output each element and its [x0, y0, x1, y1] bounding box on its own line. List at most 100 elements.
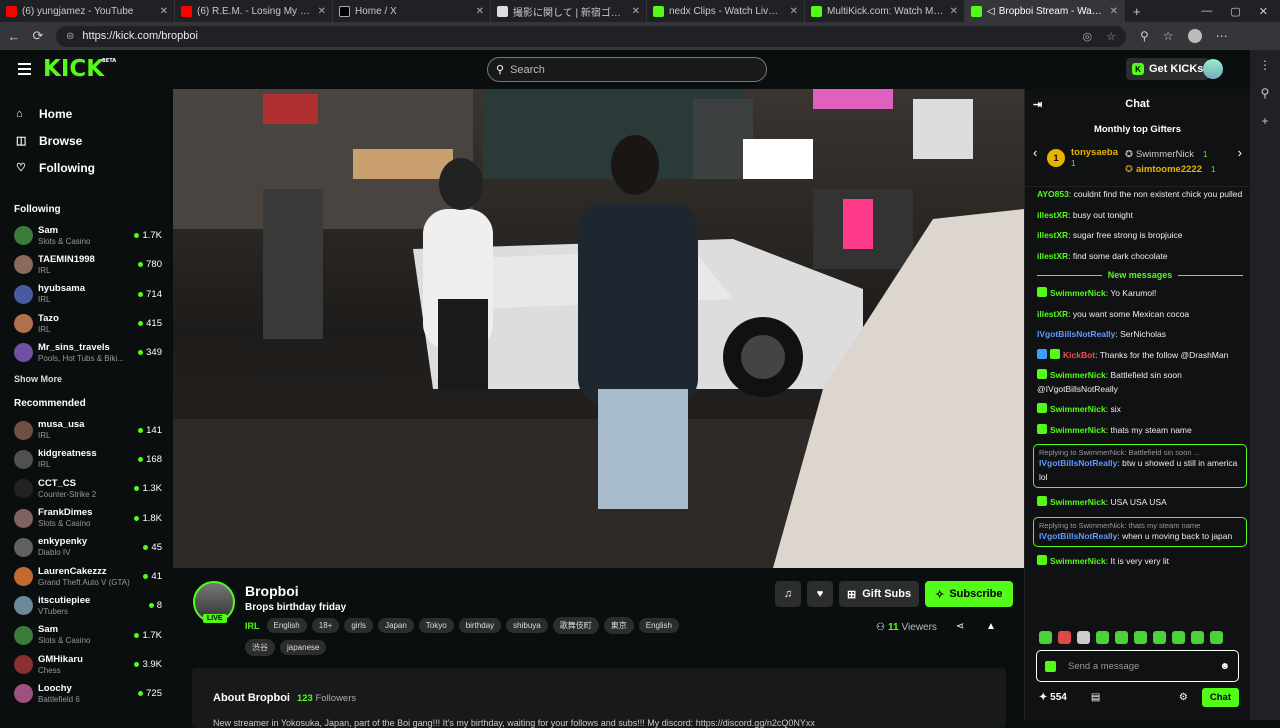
close-window-icon[interactable]: ✕ [1259, 5, 1268, 18]
sidebar-channel[interactable]: enkypenky Diablo IV 45 [0, 533, 172, 562]
heart-follow-button[interactable]: ♥ [807, 581, 833, 607]
tag-pill[interactable]: japanese [280, 640, 327, 655]
emote-icon[interactable] [1039, 631, 1052, 644]
tag-pill[interactable]: shibuya [506, 618, 548, 633]
browser-tab[interactable]: Home / X ✕ [333, 0, 491, 22]
channel-avatar [14, 567, 33, 587]
browser-tab[interactable]: nedx Clips - Watch Live on Kick✕ [647, 0, 805, 22]
search-icon[interactable]: ⚲ [1261, 86, 1270, 100]
minimize-icon[interactable]: — [1201, 5, 1212, 18]
tag-pill[interactable]: 渋谷 [245, 639, 275, 656]
menu-dots-icon[interactable]: ⋯ [1216, 29, 1228, 43]
emote-icon[interactable] [1172, 631, 1185, 644]
category-link[interactable]: IRL [245, 621, 260, 631]
browser-tab-active[interactable]: ◁Bropboi Stream - Watch Live✕ [965, 0, 1125, 22]
extensions-icon[interactable]: ⚲ [1140, 29, 1149, 43]
add-icon[interactable]: + [1261, 114, 1268, 128]
close-tab-icon[interactable]: ✕ [950, 6, 958, 17]
emote-icon[interactable] [1210, 631, 1223, 644]
sidebar-channel[interactable]: Tazo IRL 415 [0, 309, 172, 338]
sidebar-channel[interactable]: LaurenCakezzz Grand Theft Auto V (GTA) 41 [0, 562, 172, 591]
sidebar-channel[interactable]: musa_usa IRL 141 [0, 415, 172, 444]
sidebar-channel[interactable]: Sam Slots & Casino 1.7K [0, 621, 172, 650]
close-tab-icon[interactable]: ✕ [632, 6, 640, 17]
hamburger-menu-icon[interactable] [18, 63, 31, 75]
tag-pill[interactable]: Japan [378, 618, 414, 633]
bookmark-star-icon[interactable]: ☆ [1106, 30, 1116, 43]
browser-tab[interactable]: 撮影に関して | 新宿ゴールデン街商店✕ [491, 0, 647, 22]
bell-icon[interactable]: ♫ [775, 581, 801, 607]
emote-badge-icon[interactable] [1045, 660, 1056, 672]
chat-message: illestXR: find some dark chocolate [1037, 250, 1168, 261]
site-info-icon[interactable]: ⊜ [66, 31, 74, 42]
menu-dots-icon[interactable]: ⋮ [1259, 58, 1271, 72]
get-kicks-button[interactable]: K Get KICKs [1126, 58, 1210, 80]
sidebar-channel[interactable]: kidgreatness IRL 168 [0, 445, 172, 474]
channel-points[interactable]: ✦ 554 [1039, 692, 1067, 703]
show-more-link[interactable]: Show More [0, 367, 172, 390]
kick-logo[interactable]: KICK BETA [43, 56, 116, 82]
emote-icon[interactable] [1077, 631, 1090, 644]
tag-pill[interactable]: 歌舞伎町 [552, 617, 599, 634]
video-player[interactable] [173, 89, 1024, 568]
tag-pill[interactable]: Tokyo [418, 618, 454, 633]
back-icon[interactable]: ← [2, 29, 26, 44]
emoji-picker-icon[interactable]: ☻ [1219, 661, 1230, 672]
tag-pill[interactable]: 東京 [603, 617, 634, 634]
sidebar-channel[interactable]: TAEMIN1998 IRL 780 [0, 250, 172, 279]
report-icon[interactable]: ▲ [986, 621, 996, 632]
emote-icon[interactable] [1191, 631, 1204, 644]
sidebar-channel[interactable]: itscutiepiee VTubers 8 [0, 591, 172, 620]
new-tab-icon[interactable]: + [1133, 4, 1141, 19]
chevron-right-icon[interactable]: › [1238, 145, 1242, 160]
subscribe-button[interactable]: ✧ Subscribe [925, 581, 1013, 607]
tag-pill[interactable]: girls [344, 618, 373, 633]
speaker-icon[interactable]: ◁ [987, 6, 995, 17]
cast-icon[interactable]: ◎ [1083, 30, 1093, 43]
send-chat-button[interactable]: Chat [1201, 687, 1239, 707]
favorites-icon[interactable]: ☆ [1163, 29, 1174, 43]
calendar-icon[interactable]: ▤ [1091, 692, 1100, 703]
channel-name[interactable]: Bropboi [245, 583, 299, 599]
tag-pill[interactable]: English [266, 618, 307, 633]
tag-pill[interactable]: English [638, 618, 679, 633]
browser-tab[interactable]: MultiKick.com: Watch Multiple St✕ [805, 0, 965, 22]
close-tab-icon[interactable]: ✕ [318, 6, 326, 17]
reload-icon[interactable]: ⟳ [26, 28, 50, 44]
collapse-chat-icon[interactable]: ⇥ [1033, 98, 1042, 111]
following-list: Sam Slots & Casino 1.7K TAEMIN1998 IRL 780 hyu… [0, 221, 172, 367]
sidebar-channel[interactable]: GMHikaru Chess 3.9K [0, 650, 172, 679]
emote-icon[interactable] [1058, 631, 1071, 644]
user-avatar[interactable] [1203, 59, 1223, 79]
maximize-icon[interactable]: ▢ [1230, 5, 1240, 18]
sidebar-channel[interactable]: CCT_CS Counter-Strike 2 1.3K [0, 474, 172, 503]
profile-icon[interactable] [1187, 29, 1202, 43]
chat-input[interactable]: Send a message ☻ [1036, 650, 1239, 682]
sidebar-channel[interactable]: FrankDimes Slots & Casino 1.8K [0, 503, 172, 532]
browser-tab[interactable]: (6) yungjamez - YouTube ✕ [0, 0, 175, 22]
close-tab-icon[interactable]: ✕ [160, 6, 168, 17]
gear-icon[interactable]: ⚙ [1179, 692, 1188, 703]
sidebar-item-browse[interactable]: ◫ Browse [16, 127, 172, 154]
sidebar-channel[interactable]: Sam Slots & Casino 1.7K [0, 221, 172, 250]
tag-pill[interactable]: birthday [458, 618, 502, 633]
sidebar-item-home[interactable]: ⌂ Home [16, 100, 172, 127]
sidebar-item-following[interactable]: ♡ Following [16, 154, 172, 181]
sidebar-channel[interactable]: Loochy Battlefield 6 725 [0, 679, 172, 708]
close-tab-icon[interactable]: ✕ [1110, 6, 1118, 17]
emote-icon[interactable] [1115, 631, 1128, 644]
close-tab-icon[interactable]: ✕ [476, 6, 484, 17]
tag-pill[interactable]: 18+ [311, 618, 340, 633]
emote-icon[interactable] [1153, 631, 1166, 644]
gift-subs-button[interactable]: ⊞ Gift Subs [839, 581, 920, 607]
sidebar-channel[interactable]: Mr_sins_travels Pools, Hot Tubs & Biki...… [0, 338, 172, 367]
chevron-left-icon[interactable]: ‹ [1033, 145, 1037, 160]
close-tab-icon[interactable]: ✕ [790, 6, 798, 17]
emote-icon[interactable] [1134, 631, 1147, 644]
browser-tab[interactable]: (6) R.E.M. - Losing My Religion (O✕ [175, 0, 333, 22]
url-field[interactable]: ⊜ https://kick.com/bropboi ◎ ☆ [56, 25, 1126, 47]
emote-icon[interactable] [1096, 631, 1109, 644]
share-icon[interactable]: ⋖ [956, 621, 964, 632]
search-input[interactable]: ⚲ Search [487, 57, 767, 82]
sidebar-channel[interactable]: hyubsama IRL 714 [0, 280, 172, 309]
